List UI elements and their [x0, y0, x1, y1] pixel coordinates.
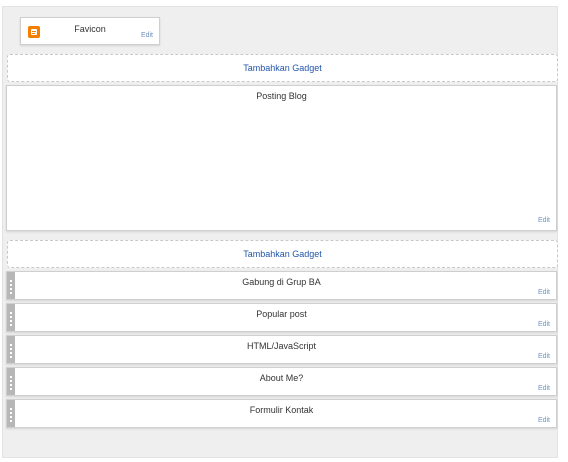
edit-link[interactable]: Edit: [141, 32, 153, 39]
edit-link[interactable]: Edit: [538, 289, 550, 296]
gadget-title: Favicon: [74, 24, 106, 34]
add-gadget-button[interactable]: Tambahkan Gadget: [7, 54, 558, 82]
layout-canvas: Favicon Edit Tambahkan Gadget Posting Bl…: [2, 6, 558, 458]
gadget-title: Posting Blog: [256, 91, 307, 101]
sidebar-gadget-html[interactable]: HTML/JavaScript Edit: [6, 335, 557, 364]
edit-link[interactable]: Edit: [538, 385, 550, 392]
gadget-title: Formulir Kontak: [249, 405, 314, 415]
edit-link[interactable]: Edit: [538, 321, 550, 328]
sidebar-gadget-grup[interactable]: Gabung di Grup BA Edit: [6, 271, 557, 300]
gadget-title: Popular post: [256, 309, 307, 319]
edit-link[interactable]: Edit: [538, 353, 550, 360]
sidebar-gadget-popular[interactable]: Popular post Edit: [6, 303, 557, 332]
edit-link[interactable]: Edit: [538, 217, 550, 224]
sidebar-gadget-contact[interactable]: Formulir Kontak Edit: [6, 399, 557, 428]
blog-posts-gadget[interactable]: Posting Blog Edit: [6, 85, 557, 231]
gadget-title: HTML/JavaScript: [246, 341, 317, 351]
add-gadget-button[interactable]: Tambahkan Gadget: [7, 240, 558, 268]
gadget-title: About Me?: [259, 373, 304, 383]
edit-link[interactable]: Edit: [538, 417, 550, 424]
favicon-gadget[interactable]: Favicon Edit: [20, 17, 160, 45]
sidebar-gadget-about[interactable]: About Me? Edit: [6, 367, 557, 396]
gadget-title: Gabung di Grup BA: [242, 277, 321, 287]
